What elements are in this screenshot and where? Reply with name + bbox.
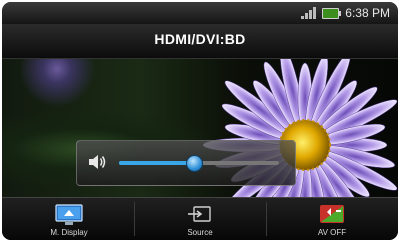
av-off-icon — [318, 204, 346, 226]
input-source-icon — [186, 204, 214, 226]
divider — [266, 202, 267, 236]
video-preview[interactable] — [2, 59, 398, 197]
av-off-button[interactable]: AV OFF — [282, 198, 382, 240]
volume-slider-fill — [119, 161, 195, 165]
title-bar: HDMI/DVI:BD — [2, 24, 398, 59]
source-label: Source — [187, 228, 213, 237]
signal-icon — [301, 7, 317, 19]
m-display-label: M. Display — [50, 228, 88, 237]
clock: 6:38 PM — [345, 6, 390, 20]
page-title: HDMI/DVI:BD — [154, 31, 246, 47]
volume-slider[interactable] — [119, 155, 279, 172]
bottom-toolbar: M. Display Source AV OFF — [2, 197, 398, 240]
divider — [134, 202, 135, 236]
volume-slider-knob[interactable] — [186, 155, 204, 172]
status-icons: 6:38 PM — [301, 2, 390, 24]
speaker-icon[interactable] — [87, 153, 107, 171]
status-bar: 6:38 PM — [2, 2, 398, 24]
av-off-label: AV OFF — [317, 228, 347, 237]
volume-panel — [76, 140, 296, 186]
m-display-button[interactable]: M. Display — [19, 198, 119, 240]
monitor-icon — [54, 204, 84, 226]
battery-icon — [322, 7, 342, 19]
device-screen: 6:38 PM HDMI/DVI:BD M. Display Source AV… — [2, 2, 398, 240]
source-button[interactable]: Source — [150, 198, 250, 240]
